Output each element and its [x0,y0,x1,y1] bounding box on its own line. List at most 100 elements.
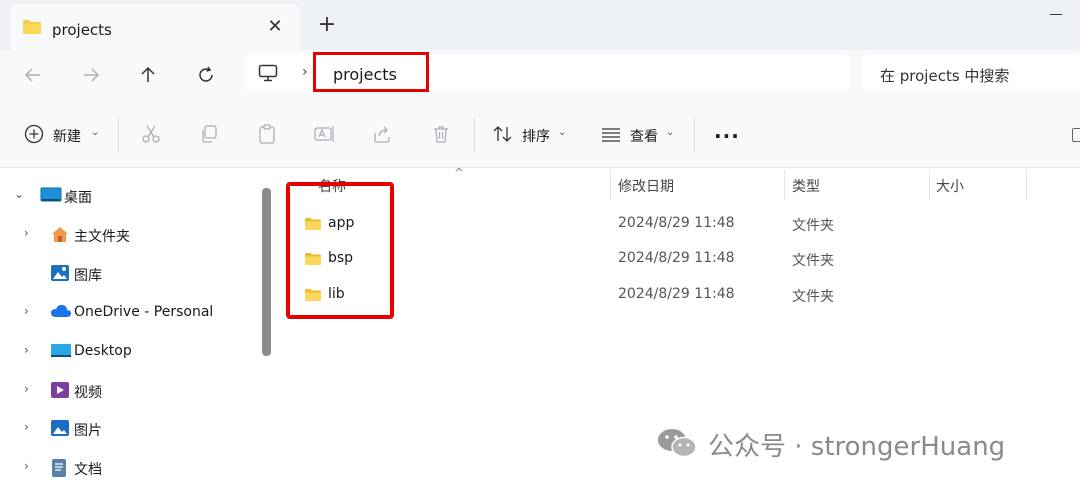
sort-label: 排序 [522,129,550,145]
documents-icon [50,458,68,477]
sort-icon [493,126,512,142]
view-button[interactable]: 查看 ⌄ [601,120,681,150]
desktop-folder-icon [50,342,71,360]
chevron-right-icon[interactable]: › [24,382,29,396]
sidebar-item-label: 图片 [74,423,102,439]
column-divider[interactable] [929,170,930,200]
up-button[interactable] [133,60,163,90]
chevron-right-icon[interactable]: › [24,343,29,357]
rename-button[interactable] [314,120,336,150]
arrow-right-icon [84,68,100,82]
sidebar-item-label: 文档 [74,462,102,478]
command-bar: 新建 ⌄ 排序 ⌄ 查看 ⌄ ··· [0,102,1080,168]
file-modified: 2024/8/29 11:48 [618,286,735,302]
view-list-icon [602,128,620,142]
file-type: 文件夹 [792,218,834,234]
new-tab-button[interactable]: + [316,14,338,36]
delete-button[interactable] [431,120,453,150]
view-label: 查看 [630,129,658,145]
this-pc-icon[interactable] [258,64,278,86]
folder-icon [22,19,42,39]
scrollbar-thumb[interactable] [262,188,271,356]
add-circle-icon [24,124,44,144]
chevron-down-icon: ⌄ [558,127,567,138]
paste-button[interactable] [257,120,279,150]
column-header-size[interactable]: 大小 [936,176,964,196]
refresh-icon [199,66,213,82]
pictures-icon [50,419,69,437]
sidebar-item-desktop[interactable]: › Desktop [0,334,256,370]
chevron-right-icon[interactable]: › [24,226,29,240]
column-header-type[interactable]: 类型 [792,176,820,196]
details-pane-icon[interactable] [1072,128,1080,142]
sidebar-item-label: 图库 [74,268,102,284]
forward-button[interactable] [76,60,106,90]
file-modified: 2024/8/29 11:48 [618,215,735,231]
videos-icon [50,381,69,399]
sidebar-item-onedrive[interactable]: › OneDrive - Personal [0,295,256,331]
sidebar-item-label: 主文件夹 [74,229,130,245]
chevron-right-icon[interactable]: › [24,459,29,473]
copy-icon [202,125,217,143]
divider [694,118,695,152]
title-bar: projects ✕ + [0,0,1080,50]
navigation-pane: ⌄ 桌面 › 主文件夹 图库 › OneDrive - Personal › D… [0,168,276,485]
column-divider[interactable] [610,170,611,200]
divider [118,118,119,152]
arrow-up-icon [141,66,155,82]
tab-projects[interactable]: projects ✕ [10,4,300,50]
sidebar-item-pictures[interactable]: › 图片 [0,411,256,447]
wechat-icon [656,426,700,464]
copy-button[interactable] [199,120,221,150]
annotation-highlight-box [286,182,394,319]
trash-icon [434,126,448,143]
sidebar-item-documents[interactable]: › 文档 [0,450,256,486]
column-divider[interactable] [784,170,785,200]
breadcrumb-chevron-icon[interactable]: › [302,64,308,80]
sidebar-item-label: Desktop [74,343,132,359]
gallery-icon [50,264,69,282]
clipboard-icon [259,124,275,144]
column-header-modified[interactable]: 修改日期 [618,176,674,196]
share-icon [374,126,390,143]
chevron-down-icon[interactable]: ⌄ [14,187,24,201]
divider [474,118,475,152]
table-row[interactable]: app 2024/8/29 11:48 文件夹 [288,208,1068,238]
search-box[interactable]: 在 projects 中搜索 [862,54,1080,92]
refresh-button[interactable] [191,60,221,90]
sort-button[interactable]: 排序 ⌄ [492,120,572,150]
annotation-highlight-box [313,52,429,92]
sort-indicator-icon: ^ [454,166,465,180]
column-divider[interactable] [1026,170,1027,200]
share-button[interactable] [372,120,394,150]
back-button[interactable] [18,60,48,90]
desktop-icon [40,186,62,204]
address-bar[interactable]: › projects [244,52,850,92]
file-modified: 2024/8/29 11:48 [618,250,735,266]
new-button[interactable]: 新建 ⌄ [24,120,104,150]
chevron-right-icon[interactable]: › [24,304,29,318]
table-row[interactable]: lib 2024/8/29 11:48 文件夹 [288,279,1068,309]
sidebar-scrollbar[interactable] [260,188,271,485]
onedrive-icon [50,303,71,321]
home-icon [50,225,68,243]
cut-button[interactable] [141,120,163,150]
table-row[interactable]: bsp 2024/8/29 11:48 文件夹 [288,243,1068,273]
sidebar-item-gallery[interactable]: 图库 [0,256,256,292]
chevron-down-icon: ⌄ [666,127,675,138]
scissors-icon [142,125,160,143]
chevron-right-icon[interactable]: › [24,420,29,434]
sidebar-item-desktop-root[interactable]: ⌄ 桌面 [0,178,256,214]
sidebar-item-videos[interactable]: › 视频 [0,373,256,409]
sidebar-item-label: 视频 [74,385,102,401]
minimize-button[interactable] [1046,4,1066,24]
sidebar-item-home[interactable]: › 主文件夹 [0,217,256,253]
tab-title: projects [52,21,112,39]
file-type: 文件夹 [792,289,834,305]
search-placeholder: 在 projects 中搜索 [880,67,1010,85]
more-options-button[interactable]: ··· [714,124,740,148]
watermark-text: 公众号 · strongerHuang [708,432,1006,462]
navigation-bar: › projects 在 projects 中搜索 [0,50,1080,102]
arrow-left-icon [24,68,40,82]
close-tab-icon[interactable]: ✕ [264,16,286,38]
